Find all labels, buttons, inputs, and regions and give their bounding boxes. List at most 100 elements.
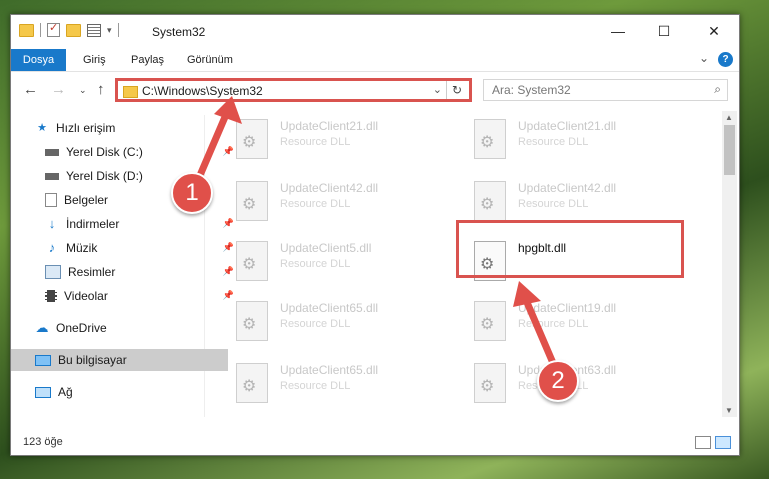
dll-file-icon [474,363,506,403]
file-type: Resource DLL [280,380,351,392]
sidebar-item-label: Bu bilgisayar [58,353,127,367]
sidebar-item-network[interactable]: Ağ [11,381,228,403]
file-type: Resource DLL [280,258,351,270]
step-badge-2: 2 [537,360,579,402]
refresh-icon[interactable]: ↻ [446,81,467,99]
file-name: UpdateClient21.dll [280,119,379,133]
file-item[interactable]: UpdateClient65.dll Resource DLL [208,295,438,347]
address-bar[interactable]: C:\Windows\System32 ⌄ ↻ [115,78,472,102]
step-badge-1: 1 [171,172,213,214]
folder-icon[interactable] [19,23,34,37]
maximize-button[interactable]: ☐ [641,15,687,47]
view-switcher [695,436,731,449]
dll-file-icon [236,119,268,159]
separator [117,23,119,37]
sidebar-item-label: Belgeler [64,193,109,207]
ribbon-tabs: Dosya Giriş Paylaş Görünüm ⌄ ? [11,49,739,72]
quick-access-toolbar: ▾ [19,21,119,37]
tiles-view-icon[interactable] [715,436,731,449]
scrollbar-thumb[interactable] [724,125,735,175]
tab-file[interactable]: Dosya [11,49,66,71]
sidebar-item-this-pc[interactable]: Bu bilgisayar [11,349,228,371]
sidebar-item-label: Hızlı erişim [56,121,116,135]
tab-share[interactable]: Paylaş [131,49,164,71]
sidebar-item-label: Müzik [66,241,98,255]
search-icon[interactable]: ⌕ [714,82,721,97]
sidebar-item-label: OneDrive [56,321,107,335]
sidebar-item-downloads[interactable]: ↓ İndirmeler 📌 [11,213,238,235]
videos-icon [45,290,57,302]
forward-icon[interactable]: → [51,81,66,98]
scroll-down-icon[interactable]: ▼ [725,406,733,415]
cloud-icon: ☁ [35,320,49,335]
sidebar-item-label: Yerel Disk (C:) [66,145,143,159]
computer-icon [35,354,51,366]
dll-file-icon [474,181,506,221]
sidebar-item-disk-c[interactable]: Yerel Disk (C:) 📌 [11,141,238,163]
file-name: UpdateClient19.dll [518,301,617,315]
file-item[interactable]: UpdateClient19.dll Resource DLL [446,295,676,347]
sidebar-item-quick-access[interactable]: ★ Hızlı erişim [11,117,228,139]
status-item-count: 123 öğe [23,436,63,448]
sidebar-item-onedrive[interactable]: ☁ OneDrive [11,317,228,339]
file-item[interactable]: UpdateClient21.dll Resource DLL [446,113,676,165]
navigation-pane: ★ Hızlı erişim Yerel Disk (C:) 📌 Yerel D… [11,115,234,417]
separator [40,23,41,37]
star-icon: ★ [37,122,47,134]
recent-locations-icon[interactable]: ⌄ [79,85,87,96]
file-name: UpdateClient42.dll [518,181,617,195]
close-button[interactable]: ✕ [691,15,737,47]
sidebar-item-label: Yerel Disk (D:) [66,169,143,183]
tab-view[interactable]: Görünüm [187,49,233,71]
sidebar-item-label: Videolar [64,289,108,303]
file-item[interactable]: UpdateClient42.dll Resource DLL [208,175,438,227]
file-type: Resource DLL [280,198,351,210]
file-type: Resource DLL [280,318,351,330]
folder-icon [123,86,138,98]
file-item[interactable]: UpdateClient21.dll Resource DLL [208,113,438,165]
file-name: UpdateClient5.dll [280,241,372,255]
documents-icon [45,193,57,207]
search-input[interactable]: Ara: System32 ⌕ [483,79,728,101]
up-icon[interactable]: ↑ [97,81,105,98]
back-icon[interactable]: ← [23,81,38,98]
sidebar-item-music[interactable]: ♪ Müzik 📌 [11,237,238,259]
dll-file-icon [236,301,268,341]
file-type: Resource DLL [280,136,351,148]
dll-file-icon [474,301,506,341]
file-item[interactable]: UpdateClient5.dll Resource DLL [208,235,438,287]
address-path[interactable]: C:\Windows\System32 [142,84,263,98]
vertical-scrollbar[interactable]: ▲ ▼ [722,111,737,417]
sidebar-item-videos[interactable]: Videolar 📌 [11,285,238,307]
file-item[interactable]: UpdateClient65.dll Resource DLL [208,357,438,409]
details-view-icon[interactable] [695,436,711,449]
file-type: Resource DLL [518,136,589,148]
download-icon: ↓ [48,216,56,231]
customize-icon[interactable] [87,23,101,37]
minimize-button[interactable]: — [595,15,641,47]
help-icon[interactable]: ? [718,52,733,67]
file-type: Resource DLL [518,318,589,330]
drive-icon [45,148,59,156]
network-icon [35,386,51,398]
search-placeholder: Ara: System32 [492,83,571,97]
title-bar: ▾ System32 — ☐ ✕ [11,15,739,47]
sidebar-item-pictures[interactable]: Resimler 📌 [11,261,238,283]
file-name: UpdateClient65.dll [280,363,379,377]
chevron-down-icon[interactable]: ⌄ [433,83,442,96]
new-folder-icon[interactable] [66,23,81,37]
highlight-box-file [456,220,684,278]
file-name: UpdateClient21.dll [518,119,617,133]
navigation-bar: ← → ⌄ ↑ C:\Windows\System32 ⌄ ↻ Ara: Sys… [11,75,739,107]
expand-ribbon-icon[interactable]: ⌄ [699,51,709,65]
dll-file-icon [236,181,268,221]
file-type: Resource DLL [518,198,589,210]
pictures-icon [45,265,61,279]
scroll-up-icon[interactable]: ▲ [725,113,733,122]
sidebar-item-label: Ağ [58,385,73,399]
sidebar-item-label: İndirmeler [66,217,120,231]
chevron-down-icon[interactable]: ▾ [107,25,112,36]
window-title: System32 [152,25,206,39]
properties-icon[interactable] [47,21,60,37]
tab-home[interactable]: Giriş [83,49,106,71]
